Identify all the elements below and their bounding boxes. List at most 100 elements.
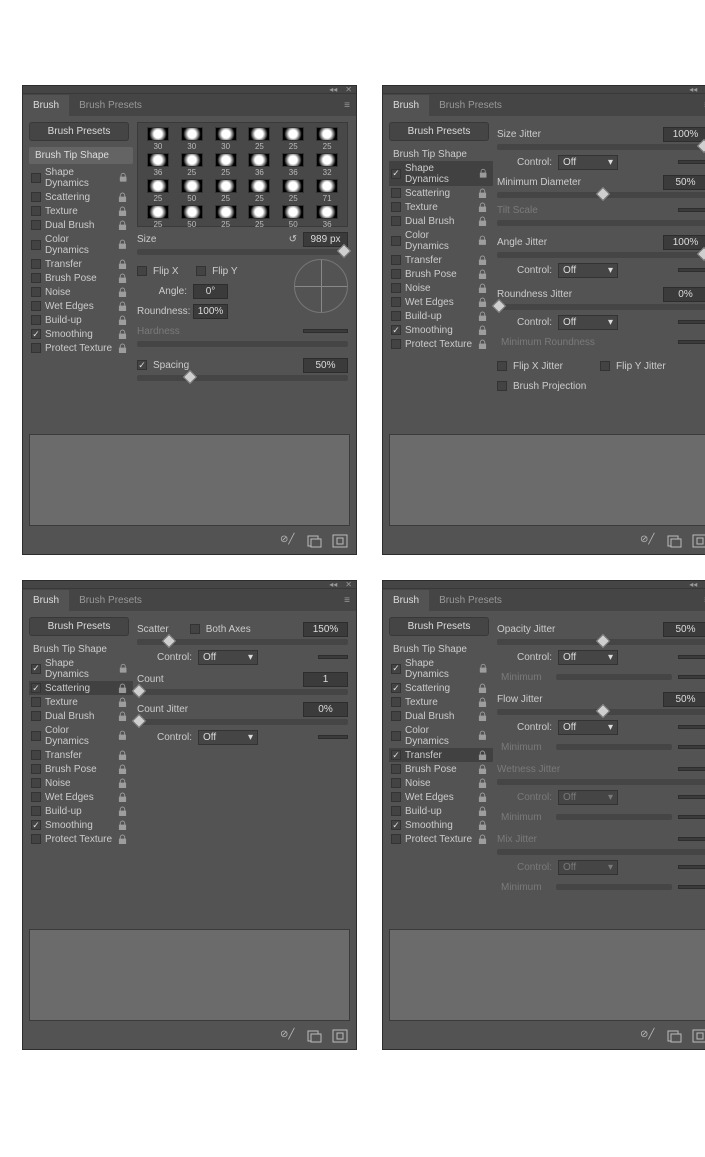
sidebar-checkbox[interactable] xyxy=(31,287,41,297)
flipy-jitter-checkbox[interactable] xyxy=(600,361,610,371)
lock-icon[interactable] xyxy=(478,730,487,741)
size-jitter-input[interactable]: 100% xyxy=(663,127,705,142)
sidebar-item-color-dynamics[interactable]: Color Dynamics xyxy=(389,228,493,253)
lock-icon[interactable] xyxy=(478,269,487,280)
brush-thumb[interactable]: 25 xyxy=(244,179,276,203)
flipy-checkbox[interactable] xyxy=(196,266,206,276)
scatter-control-select[interactable]: Off▾ xyxy=(198,650,258,665)
sidebar-checkbox[interactable] xyxy=(391,169,401,179)
brush-projection-checkbox[interactable] xyxy=(497,381,507,391)
min-diam-input[interactable]: 50% xyxy=(663,175,705,190)
sidebar-checkbox[interactable] xyxy=(31,240,41,250)
lock-icon[interactable] xyxy=(478,792,487,803)
tab-brush[interactable]: Brush xyxy=(23,95,69,116)
sidebar-checkbox[interactable] xyxy=(391,202,401,212)
new-icon[interactable] xyxy=(306,534,322,548)
brush-thumb[interactable]: 25 xyxy=(210,153,242,177)
sidebar-item-build-up[interactable]: Build-up xyxy=(389,804,493,818)
brush-thumb[interactable]: 25 xyxy=(210,179,242,203)
sidebar-checkbox[interactable] xyxy=(391,339,401,349)
lock-icon[interactable] xyxy=(479,663,487,674)
sidebar-item-transfer[interactable]: Transfer xyxy=(29,748,133,762)
sidebar-checkbox[interactable] xyxy=(31,192,41,202)
count-slider[interactable] xyxy=(137,689,348,695)
sidebar-checkbox[interactable] xyxy=(31,273,41,283)
lock-icon[interactable] xyxy=(118,192,127,203)
reset-icon[interactable]: ↺ xyxy=(289,234,297,245)
brush-thumb[interactable]: 25 xyxy=(277,179,309,203)
sidebar-item-shape-dynamics[interactable]: Shape Dynamics xyxy=(29,656,133,681)
lock-icon[interactable] xyxy=(478,750,487,761)
lock-icon[interactable] xyxy=(118,730,127,741)
lock-icon[interactable] xyxy=(118,792,127,803)
roundness-input[interactable]: 100% xyxy=(193,304,228,319)
sidebar-item-dual-brush[interactable]: Dual Brush xyxy=(29,709,133,723)
brush-thumb[interactable]: 36 xyxy=(277,153,309,177)
sidebar-checkbox[interactable] xyxy=(391,711,401,721)
sidebar-checkbox[interactable] xyxy=(391,778,401,788)
brush-thumb[interactable]: 25 xyxy=(244,127,276,151)
sidebar-checkbox[interactable] xyxy=(31,834,41,844)
brush-thumb[interactable]: 25 xyxy=(311,127,343,151)
lock-icon[interactable] xyxy=(478,820,487,831)
sidebar-checkbox[interactable] xyxy=(391,297,401,307)
sidebar-item-protect-texture[interactable]: Protect Texture xyxy=(389,337,493,351)
sidebar-item-scattering[interactable]: Scattering xyxy=(29,190,133,204)
lock-icon[interactable] xyxy=(118,220,127,231)
brush-thumb[interactable]: 25 xyxy=(176,153,208,177)
sidebar-checkbox[interactable] xyxy=(31,206,41,216)
brush-thumb[interactable]: 71 xyxy=(311,179,343,203)
sidebar-checkbox[interactable] xyxy=(391,792,401,802)
angle-control-select[interactable]: Off▾ xyxy=(558,263,618,278)
flow-jitter-slider[interactable] xyxy=(497,709,705,715)
sidebar-checkbox[interactable] xyxy=(391,764,401,774)
opacity-jitter-slider[interactable] xyxy=(497,639,705,645)
sidebar-checkbox[interactable] xyxy=(31,683,41,693)
sidebar-checkbox[interactable] xyxy=(31,220,41,230)
sidebar-checkbox[interactable] xyxy=(391,664,401,674)
lock-icon[interactable] xyxy=(118,764,127,775)
sidebar-checkbox[interactable] xyxy=(31,806,41,816)
sidebar-item-wet-edges[interactable]: Wet Edges xyxy=(389,295,493,309)
sidebar-checkbox[interactable] xyxy=(391,216,401,226)
sidebar-item-color-dynamics[interactable]: Color Dynamics xyxy=(29,232,133,257)
sidebar-checkbox[interactable] xyxy=(391,820,401,830)
brush-thumb[interactable]: 30 xyxy=(210,127,242,151)
lock-icon[interactable] xyxy=(478,325,487,336)
opacity-control-select[interactable]: Off▾ xyxy=(558,650,618,665)
sidebar-checkbox[interactable] xyxy=(31,820,41,830)
sidebar-checkbox[interactable] xyxy=(31,315,41,325)
sidebar-checkbox[interactable] xyxy=(391,683,401,693)
sidebar-checkbox[interactable] xyxy=(31,259,41,269)
sidebar-item-wet-edges[interactable]: Wet Edges xyxy=(29,790,133,804)
sidebar-item-build-up[interactable]: Build-up xyxy=(389,309,493,323)
sidebar-item-noise[interactable]: Noise xyxy=(29,285,133,299)
sidebar-checkbox[interactable] xyxy=(31,173,41,183)
lock-icon[interactable] xyxy=(478,283,487,294)
sidebar-checkbox[interactable] xyxy=(391,188,401,198)
scatter-input[interactable]: 150% xyxy=(303,622,348,637)
sidebar-item-texture[interactable]: Texture xyxy=(389,200,493,214)
sidebar-item-shape-dynamics[interactable]: Shape Dynamics xyxy=(389,656,493,681)
sidebar-checkbox[interactable] xyxy=(31,329,41,339)
sidebar-item-transfer[interactable]: Transfer xyxy=(29,257,133,271)
sidebar-checkbox[interactable] xyxy=(31,301,41,311)
round-jitter-input[interactable]: 0% xyxy=(663,287,705,302)
lock-icon[interactable] xyxy=(118,259,127,270)
lock-icon[interactable] xyxy=(118,287,127,298)
lock-icon[interactable] xyxy=(118,806,127,817)
sidebar-item-dual-brush[interactable]: Dual Brush xyxy=(389,709,493,723)
lock-icon[interactable] xyxy=(118,301,127,312)
lock-icon[interactable] xyxy=(478,188,487,199)
sidebar-item-transfer[interactable]: Transfer xyxy=(389,748,493,762)
sidebar-item-protect-texture[interactable]: Protect Texture xyxy=(389,832,493,846)
close-icon[interactable]: ✕ xyxy=(345,86,352,94)
size-jitter-slider[interactable] xyxy=(497,144,705,150)
sidebar-checkbox[interactable] xyxy=(391,834,401,844)
sidebar-item-wet-edges[interactable]: Wet Edges xyxy=(29,299,133,313)
size-input[interactable]: 989 px xyxy=(303,232,348,247)
count-input[interactable]: 1 xyxy=(303,672,348,687)
brush-thumb[interactable]: 32 xyxy=(311,153,343,177)
lock-icon[interactable] xyxy=(478,202,487,213)
sidebar-checkbox[interactable] xyxy=(391,325,401,335)
